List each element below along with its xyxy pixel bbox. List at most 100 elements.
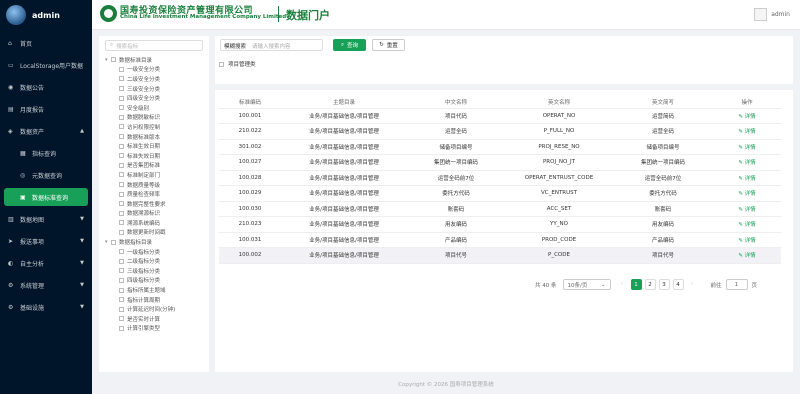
tree-node[interactable]: 安全级别 <box>99 103 209 113</box>
tree-node-checkbox[interactable] <box>119 191 124 197</box>
sidebar-item-submit[interactable]: ➤ 报送事项 ▼ <box>0 232 92 250</box>
tree-node[interactable]: 质量检查频率 <box>99 189 209 199</box>
sidebar-item-localstorage[interactable]: ▭ LocalStorage用户数据 <box>0 56 92 74</box>
detail-link[interactable]: ✎ 详情 <box>713 201 781 217</box>
tree-node-checkbox[interactable] <box>119 325 124 331</box>
tree-node-checkbox[interactable] <box>119 258 124 264</box>
tree-node-checkbox[interactable] <box>119 249 124 255</box>
tree-node-checkbox[interactable] <box>119 95 124 101</box>
tree-node-checkbox[interactable] <box>119 143 124 149</box>
tree-node-checkbox[interactable] <box>119 201 124 207</box>
tree-node[interactable]: 四级安全分类 <box>99 93 209 103</box>
detail-link[interactable]: ✎ 详情 <box>713 139 781 155</box>
tree-node-checkbox[interactable] <box>119 277 124 283</box>
tree-node-checkbox[interactable] <box>119 86 124 92</box>
tree-node-checkbox[interactable] <box>119 162 124 168</box>
tree-node[interactable]: 二级安全分类 <box>99 74 209 84</box>
tree-node[interactable]: 访问权限控制 <box>99 122 209 132</box>
detail-link[interactable]: ✎ 详情 <box>713 216 781 233</box>
tree-node[interactable]: 数据标准版本 <box>99 132 209 142</box>
tree-node[interactable]: 数据完整性要求 <box>99 199 209 209</box>
tree-node[interactable]: 是否集团标准 <box>99 161 209 171</box>
tree-node-checkbox[interactable] <box>119 105 124 111</box>
tree-node[interactable]: 数据溯源标识 <box>99 209 209 219</box>
tree-node-checkbox[interactable] <box>119 268 124 274</box>
detail-link-label: 详情 <box>744 175 756 182</box>
checkbox[interactable] <box>219 61 224 67</box>
page-size-select[interactable]: 10条/页 ⌄ <box>562 279 611 290</box>
sidebar-item-home[interactable]: ⌂ 首页 <box>0 34 92 52</box>
tree-node[interactable]: 标准失效日期 <box>99 151 209 161</box>
tree-node[interactable]: 标准生效日期 <box>99 141 209 151</box>
sidebar-item-index-query[interactable]: ▦ 指标查询 <box>0 144 92 162</box>
tree-node[interactable]: 数据质量等级 <box>99 180 209 190</box>
search-input[interactable]: 模糊搜索 请输入搜索内容 <box>220 39 323 51</box>
detail-link[interactable]: ✎ 详情 <box>713 123 781 140</box>
tree-node-checkbox[interactable] <box>119 124 124 130</box>
tree-node[interactable]: 四级指标分类 <box>99 276 209 286</box>
next-page-button[interactable]: › <box>687 279 698 290</box>
table-row: 210.023 业务/项目基础信息/项目管理 用友编码 YY_NO 用友编码 ✎ 详情 <box>219 216 781 233</box>
tree-node[interactable]: 指标所属主题域 <box>99 285 209 295</box>
tree-node[interactable]: 三级指标分类 <box>99 266 209 276</box>
page-button[interactable]: 2 <box>644 279 656 290</box>
tree-node-checkbox[interactable] <box>119 172 124 178</box>
sidebar-item-notice[interactable]: ◉ 数据公告 <box>0 78 92 96</box>
tree-node-checkbox[interactable] <box>119 76 124 82</box>
tree-node-checkbox[interactable] <box>119 316 124 322</box>
tree-node-checkbox[interactable] <box>111 57 116 63</box>
sidebar-item-monthly-report[interactable]: ▤ 月度报告 <box>0 100 92 118</box>
tree-node[interactable]: 计算延迟时间(分钟) <box>99 304 209 314</box>
sidebar-item-standard-query[interactable]: ▣ 数据标准查询 <box>4 188 88 206</box>
tree-node[interactable]: 一级安全分类 <box>99 65 209 75</box>
tree-node-checkbox[interactable] <box>119 114 124 120</box>
tree-node[interactable]: 一级指标分类 <box>99 247 209 257</box>
reset-button[interactable]: ↻ 重置 <box>372 39 405 51</box>
detail-link[interactable]: ✎ 详情 <box>713 247 781 264</box>
tree-node-checkbox[interactable] <box>119 134 124 140</box>
detail-link[interactable]: ✎ 详情 <box>713 108 781 124</box>
user-menu[interactable]: admin <box>754 8 790 21</box>
tree-node[interactable]: ▾ 数据指标目录 <box>99 237 209 247</box>
page-button[interactable]: 4 <box>672 279 684 290</box>
sidebar-item-system[interactable]: ⚙ 系统管理 ▼ <box>0 276 92 294</box>
tree-node[interactable]: 三级安全分类 <box>99 84 209 94</box>
tree-node-checkbox[interactable] <box>119 297 124 303</box>
tree-node-label: 是否实时计算 <box>127 316 161 323</box>
tree-node-checkbox[interactable] <box>111 239 116 245</box>
tree-node[interactable]: 计算引擎类型 <box>99 324 209 334</box>
detail-link[interactable]: ✎ 详情 <box>713 170 781 186</box>
prev-page-button[interactable]: ‹ <box>617 279 628 290</box>
sidebar-item-metadata-query[interactable]: ◎ 元数据查询 <box>0 166 92 184</box>
tree-search-input[interactable]: ⌕ 搜索指标 <box>105 40 203 51</box>
filter-checkbox-project[interactable]: 项目管理类 <box>219 60 256 68</box>
tree-node[interactable]: 二级指标分类 <box>99 256 209 266</box>
sidebar-item-analysis[interactable]: ◐ 自主分析 ▼ <box>0 254 92 272</box>
tree-node-checkbox[interactable] <box>119 287 124 293</box>
tree-node[interactable]: 数据更新时间戳 <box>99 228 209 238</box>
tree-node-checkbox[interactable] <box>119 210 124 216</box>
detail-link[interactable]: ✎ 详情 <box>713 154 781 171</box>
detail-link[interactable]: ✎ 详情 <box>713 185 781 202</box>
detail-link[interactable]: ✎ 详情 <box>713 232 781 248</box>
page-button[interactable]: 1 <box>630 279 642 290</box>
sidebar-item-data-map[interactable]: ▥ 数据地图 ▼ <box>0 210 92 228</box>
tree-node-checkbox[interactable] <box>119 66 124 72</box>
query-button[interactable]: ⌕ 查询 <box>333 39 366 51</box>
sidebar-item-infra[interactable]: ⚙ 基础设施 ▼ <box>0 298 92 316</box>
tree-node-label: 四级安全分类 <box>127 96 161 103</box>
tree-node[interactable]: 溯源系统编码 <box>99 218 209 228</box>
tree-node-checkbox[interactable] <box>119 229 124 235</box>
tree-node-checkbox[interactable] <box>119 153 124 159</box>
tree-node[interactable]: 指标计算周期 <box>99 295 209 305</box>
goto-page-input[interactable]: 1 <box>725 279 748 290</box>
tree-node-checkbox[interactable] <box>119 220 124 226</box>
tree-node[interactable]: 标准制定部门 <box>99 170 209 180</box>
tree-node-checkbox[interactable] <box>119 306 124 312</box>
page-button[interactable]: 3 <box>658 279 670 290</box>
tree-node-checkbox[interactable] <box>119 182 124 188</box>
tree-node[interactable]: 数据脱敏标识 <box>99 113 209 123</box>
tree-node[interactable]: ▾ 数据标准目录 <box>99 55 209 65</box>
sidebar-item-data-assets[interactable]: ◈ 数据资产 ▲ <box>0 122 92 140</box>
tree-node[interactable]: 是否实时计算 <box>99 314 209 324</box>
